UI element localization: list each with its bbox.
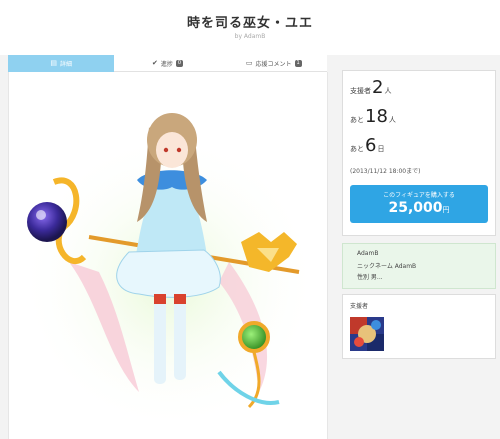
- page-header: 時を司る巫女・ユエ by AdamB: [0, 0, 500, 55]
- supporters-box-label: 支援者: [350, 303, 369, 310]
- remaining-unit: 人: [388, 116, 396, 124]
- supporters-stat: 支援者2人: [350, 77, 391, 98]
- comment-icon: ▭: [245, 58, 253, 67]
- check-circle-icon: ✔: [151, 58, 158, 67]
- figure-illustration: [19, 113, 319, 432]
- illustration-panel: [8, 72, 328, 439]
- remaining-prefix: あと: [350, 116, 364, 124]
- remaining-count: 18: [365, 106, 388, 127]
- tab-details[interactable]: ▤ 詳細: [8, 55, 115, 72]
- supporters-prefix: 支援者: [350, 87, 371, 95]
- tab-progress-label: 進捗: [160, 60, 173, 68]
- tab-comments-count: 1: [294, 59, 302, 67]
- tab-bar: ▤ 詳細 ✔ 進捗 0 ▭ 応援コメント 1: [8, 55, 327, 72]
- supporters-unit: 人: [384, 87, 392, 95]
- days-count: 6: [365, 135, 377, 156]
- author-byline[interactable]: by AdamB: [0, 33, 500, 40]
- creator-gender: 性別 男...: [357, 274, 383, 281]
- days-unit: 日: [377, 145, 385, 153]
- price-value: 25,000: [388, 200, 443, 216]
- buy-button-price: 25,000円: [350, 200, 488, 216]
- remaining-stat: あと18人: [350, 106, 396, 127]
- tab-comments-label: 応援コメント: [255, 60, 292, 68]
- days-prefix: あと: [350, 145, 364, 153]
- tab-progress[interactable]: ✔ 進捗 0: [114, 55, 221, 72]
- funding-stats-box: 支援者2人 あと18人 あと6日 (2013/11/12 18:00まで) この…: [342, 70, 496, 236]
- tab-progress-count: 0: [175, 59, 184, 67]
- page-title: 時を司る巫女・ユエ: [186, 16, 313, 31]
- buy-figure-button[interactable]: このフィギュアを購入する 25,000円: [350, 185, 488, 223]
- supporters-box: 支援者: [342, 294, 496, 359]
- deadline-text: (2013/11/12 18:00まで): [350, 168, 421, 175]
- creator-name[interactable]: AdamB: [357, 250, 378, 257]
- creator-nickname: ニックネーム AdamB: [357, 263, 417, 270]
- days-left-stat: あと6日: [350, 135, 384, 156]
- supporters-count: 2: [372, 77, 384, 98]
- supporter-avatar[interactable]: [350, 317, 384, 351]
- price-currency: 円: [442, 206, 450, 214]
- document-icon: ▤: [50, 58, 57, 67]
- creator-profile-box: AdamB ニックネーム AdamB 性別 男...: [342, 243, 496, 289]
- tab-details-label: 詳細: [59, 60, 72, 68]
- tab-comments[interactable]: ▭ 応援コメント 1: [220, 55, 327, 72]
- buy-button-label: このフィギュアを購入する: [383, 192, 455, 199]
